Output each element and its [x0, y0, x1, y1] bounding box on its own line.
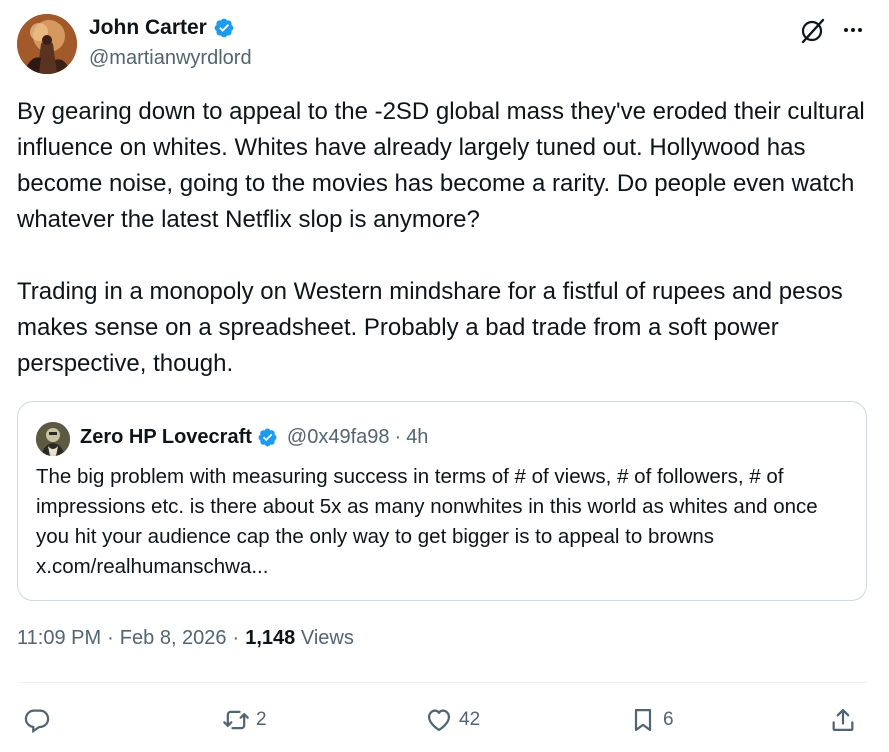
author-avatar[interactable] — [17, 14, 77, 74]
repost-icon — [223, 710, 249, 730]
repost-button[interactable]: 2 — [222, 700, 267, 740]
meta-separator: · — [232, 627, 240, 649]
quoted-tweet-text: The big problem with measuring success i… — [36, 465, 818, 578]
more-options-icon[interactable] — [838, 18, 868, 42]
like-button[interactable]: 42 — [425, 700, 480, 740]
verified-badge-icon[interactable] — [213, 17, 235, 39]
bookmark-button[interactable]: 6 — [629, 700, 674, 740]
views-label: Views — [300, 627, 354, 649]
bookmark-icon — [634, 708, 652, 732]
author-handle[interactable]: @martianwyrdlord — [89, 47, 252, 70]
quoted-separator: · — [394, 426, 402, 448]
quoted-display-name: Zero HP Lovecraft — [80, 426, 252, 448]
repost-count: 2 — [256, 709, 267, 730]
tweet-meta: 11:09 PM · Feb 8, 2026 · 1,148 Views — [17, 627, 354, 650]
meta-separator: · — [107, 627, 114, 649]
author-display-name[interactable]: John Carter — [89, 16, 207, 40]
avatar-image — [17, 14, 77, 74]
share-icon — [832, 708, 854, 732]
tweet-text: By gearing down to appeal to the -2SD gl… — [17, 98, 865, 377]
quoted-timestamp: 4h — [406, 426, 429, 448]
heart-icon — [427, 709, 451, 732]
tweet-date[interactable]: Feb 8, 2026 — [120, 627, 227, 650]
views-count-group[interactable]: 1,148 Views — [245, 627, 354, 650]
reply-button[interactable] — [23, 700, 57, 740]
reply-icon — [24, 709, 50, 734]
grok-icon[interactable] — [799, 17, 827, 45]
views-count: 1,148 — [245, 627, 296, 649]
quoted-tweet-card[interactable]: Zero HP Lovecraft @0x49fa98 · 4h The big… — [17, 401, 867, 601]
divider — [17, 682, 867, 683]
tweet-time[interactable]: 11:09 PM — [17, 627, 101, 650]
quoted-handle: @0x49fa98 — [286, 426, 390, 448]
quoted-verified-badge-icon — [257, 427, 278, 448]
share-button[interactable] — [829, 700, 857, 740]
bookmark-count: 6 — [663, 709, 674, 730]
author-name-row: John Carter — [89, 16, 235, 40]
action-bar: 2 42 6 — [17, 700, 867, 740]
quoted-author-row: Zero HP Lovecraft @0x49fa98 · 4h — [80, 426, 428, 449]
quoted-author-avatar — [36, 422, 70, 456]
like-count: 42 — [459, 709, 481, 730]
